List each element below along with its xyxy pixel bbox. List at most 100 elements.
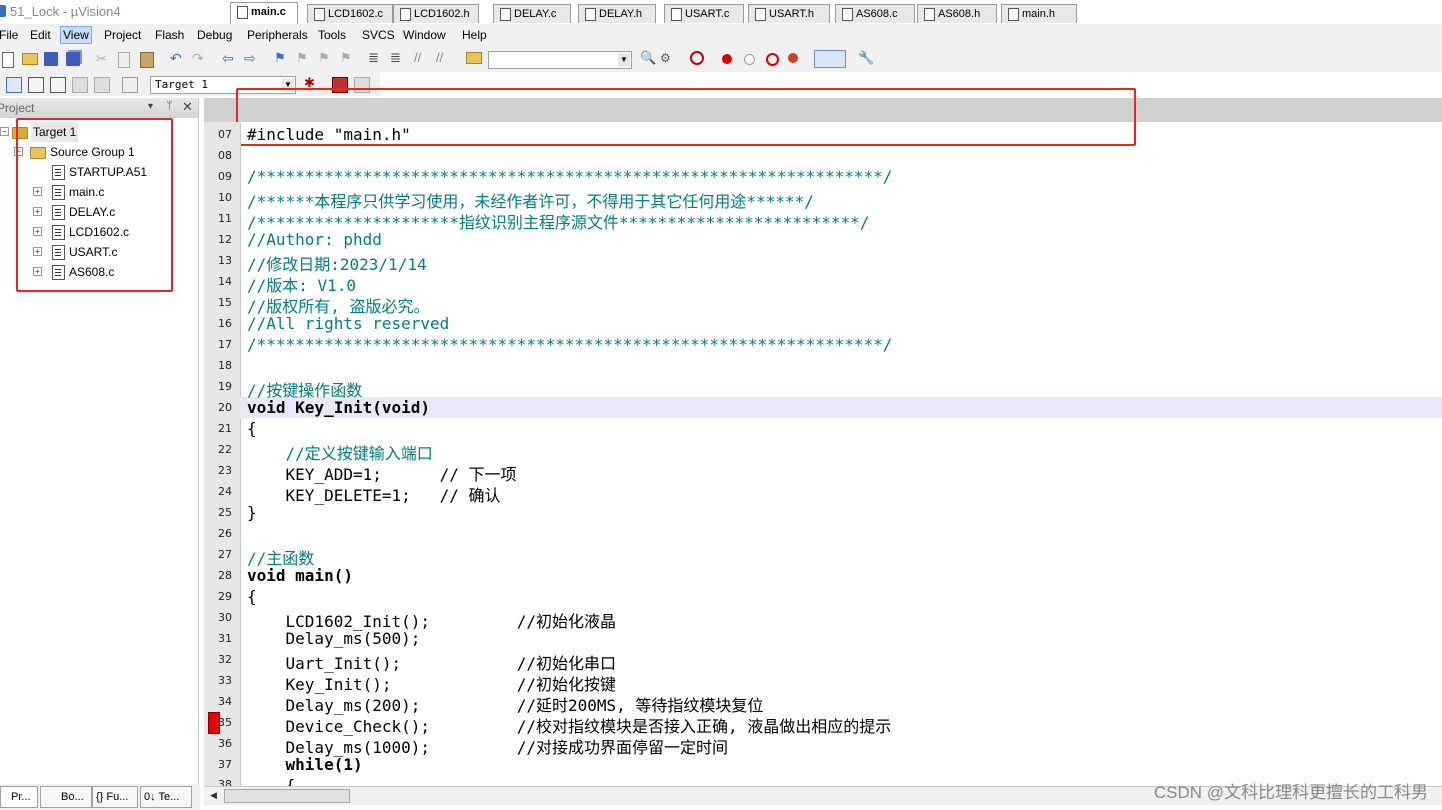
line-number: 18 xyxy=(218,359,232,372)
comment-icon[interactable]: // xyxy=(414,51,428,65)
uncomment-icon[interactable]: // xyxy=(436,51,450,65)
stop-build-icon[interactable] xyxy=(94,77,110,93)
kill-all-breakpoints-icon[interactable] xyxy=(788,53,798,63)
collapse-icon[interactable]: − xyxy=(0,127,9,136)
tab-main-h[interactable]: main.h xyxy=(1001,4,1077,23)
tab-delay-h[interactable]: DELAY.h xyxy=(578,4,656,23)
tab-lcd1602-c[interactable]: LCD1602.c xyxy=(307,4,393,23)
menu-window[interactable]: Window xyxy=(401,27,448,43)
translate-icon[interactable] xyxy=(6,77,22,93)
nav-forward-icon[interactable]: ⇨ xyxy=(244,51,258,65)
batch-build-icon[interactable] xyxy=(72,77,88,93)
menu-peripherals[interactable]: Peripherals xyxy=(245,27,310,43)
code-line: Delay_ms(500); xyxy=(247,629,421,648)
tab-main-c[interactable]: main.c xyxy=(230,2,298,24)
bookmark-icon[interactable]: ⚑ xyxy=(274,51,288,65)
line-number: 32 xyxy=(218,653,232,666)
line-number: 23 xyxy=(218,464,232,477)
save-all-icon[interactable] xyxy=(66,52,80,66)
menu-project[interactable]: Project xyxy=(102,27,143,43)
line-number: 24 xyxy=(218,485,232,498)
tab-usart-h[interactable]: USART.h xyxy=(748,4,830,23)
unindent-icon[interactable]: ≣ xyxy=(390,51,404,65)
tab-label: main.h xyxy=(1022,8,1056,20)
tab-as608-c[interactable]: AS608.c xyxy=(835,4,915,23)
file-icon xyxy=(671,8,682,21)
close-icon[interactable]: ✕ xyxy=(182,99,193,115)
code-line: { xyxy=(247,776,296,786)
debug-session-icon[interactable] xyxy=(690,51,704,65)
tab-templates[interactable]: 0↓ Te... xyxy=(140,786,192,808)
line-number: 37 xyxy=(218,758,232,771)
tab-label: main.c xyxy=(251,6,286,18)
menu-svcs[interactable]: SVCS xyxy=(360,27,397,43)
line-number: 12 xyxy=(218,233,232,246)
find-icon[interactable]: 🔍 xyxy=(640,51,656,65)
disable-breakpoint-icon[interactable] xyxy=(744,54,755,65)
clear-bookmarks-icon[interactable]: ⚑ xyxy=(340,51,354,65)
paste-icon[interactable] xyxy=(140,52,154,68)
window-layout-icon[interactable] xyxy=(814,50,846,68)
line-number: 09 xyxy=(218,170,232,183)
scrollbar-thumb[interactable] xyxy=(224,789,350,803)
line-number: 14 xyxy=(218,275,232,288)
configure-icon[interactable]: 🔧 xyxy=(858,51,874,65)
line-number: 07 xyxy=(218,128,232,141)
disable-all-breakpoints-icon[interactable] xyxy=(766,53,779,66)
menu-file[interactable]: File xyxy=(0,27,20,43)
tab-books[interactable]: Bo... xyxy=(40,786,92,808)
find-combo[interactable]: ▼ xyxy=(488,51,632,69)
file-icon xyxy=(842,8,853,21)
prev-bookmark-icon[interactable]: ⚑ xyxy=(296,51,310,65)
window-title: 51_Lock - µVision4 xyxy=(10,4,121,19)
code-line: } xyxy=(247,503,257,522)
copy-icon[interactable] xyxy=(118,52,130,68)
menu-tools[interactable]: Tools xyxy=(316,27,348,43)
tab-lcd1602-h[interactable]: LCD1602.h xyxy=(393,4,479,23)
open-folder-icon[interactable] xyxy=(22,53,38,65)
line-number: 19 xyxy=(218,380,232,393)
line-number: 21 xyxy=(218,422,232,435)
line-number: 13 xyxy=(218,254,232,267)
menu-debug[interactable]: Debug xyxy=(195,27,234,43)
menu-bar: File Edit View Project Flash Debug Perip… xyxy=(0,24,1442,46)
line-number: 17 xyxy=(218,338,232,351)
menu-edit[interactable]: Edit xyxy=(28,27,53,43)
indent-icon[interactable]: ≣ xyxy=(368,51,382,65)
menu-view[interactable]: View xyxy=(60,26,92,44)
insert-breakpoint-icon[interactable] xyxy=(722,54,732,64)
tab-usart-c[interactable]: USART.c xyxy=(664,4,744,23)
rebuild-icon[interactable] xyxy=(50,77,66,93)
tab-templates-label: 0↓ Te... xyxy=(144,791,180,803)
undo-icon[interactable]: ↶ xyxy=(170,51,184,65)
panel-menu-icon[interactable]: ▾ xyxy=(148,101,153,112)
nav-back-icon[interactable]: ⇦ xyxy=(222,51,236,65)
line-number: 28 xyxy=(218,569,232,582)
line-number: 26 xyxy=(218,527,232,540)
tab-project[interactable]: Pr... xyxy=(0,786,38,808)
new-file-icon[interactable] xyxy=(2,52,14,68)
save-icon[interactable] xyxy=(44,52,58,66)
build-icon[interactable] xyxy=(28,77,44,93)
app-icon xyxy=(0,5,6,17)
chevron-down-icon[interactable]: ▼ xyxy=(618,53,630,67)
menu-flash[interactable]: Flash xyxy=(153,27,186,43)
tab-functions[interactable]: {} Fu... xyxy=(92,786,138,808)
tab-as608-h[interactable]: AS608.h xyxy=(917,4,997,23)
pin-icon[interactable]: ᛘ xyxy=(166,100,173,112)
menu-help[interactable]: Help xyxy=(460,27,489,43)
line-number: 38 xyxy=(218,778,232,786)
download-icon[interactable] xyxy=(122,77,138,93)
file-icon xyxy=(237,6,248,19)
scroll-left-icon[interactable]: ◀ xyxy=(210,790,217,801)
redo-icon[interactable]: ↷ xyxy=(192,51,206,65)
line-number: 16 xyxy=(218,317,232,330)
incremental-find-icon[interactable]: ⚙ xyxy=(660,51,674,65)
find-in-files-icon[interactable] xyxy=(466,52,482,64)
tab-delay-c[interactable]: DELAY.c xyxy=(493,4,571,23)
cut-icon[interactable]: ✂ xyxy=(96,52,110,66)
next-bookmark-icon[interactable]: ⚑ xyxy=(318,51,332,65)
line-number: 29 xyxy=(218,590,232,603)
tab-label: AS608.h xyxy=(938,8,981,20)
code-line: void Key_Init(void) xyxy=(247,398,431,417)
